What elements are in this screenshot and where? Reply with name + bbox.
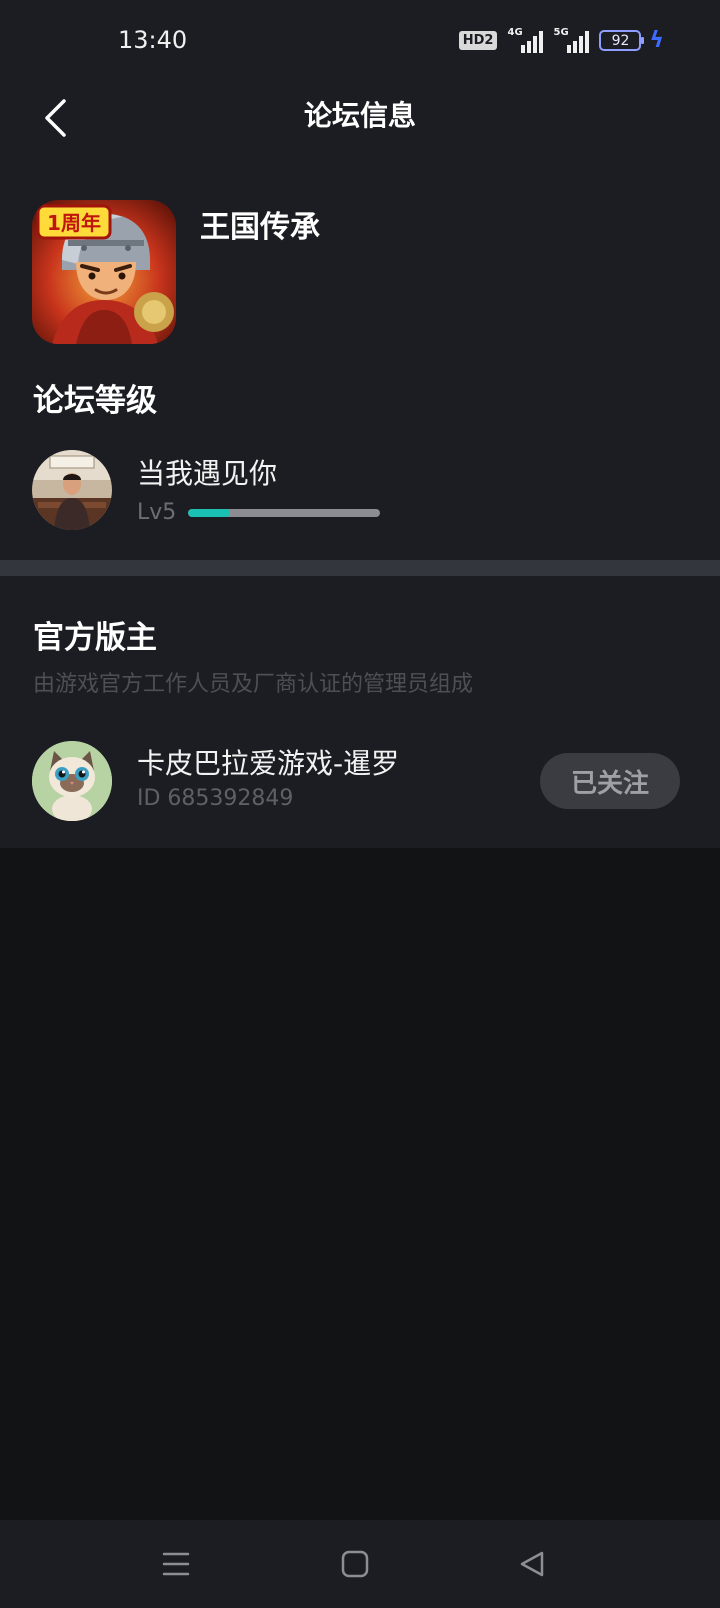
moderator-avatar[interactable]	[32, 741, 112, 821]
back-triangle-icon	[520, 1551, 544, 1577]
system-back-button[interactable]	[510, 1542, 554, 1586]
user-name: 当我遇见你	[137, 457, 278, 490]
battery-level: 92	[611, 32, 630, 49]
section-divider	[0, 560, 720, 576]
nav-bar: 论坛信息	[0, 80, 720, 160]
status-time: 13:40	[118, 26, 188, 54]
menu-button[interactable]	[154, 1542, 198, 1586]
moderator-id: ID 685392849	[137, 786, 294, 811]
forum-info-page: 13:40 HD2 4G 5G 92 ϟ 论坛信息 1周年 王国传承 论坛等级 …	[0, 0, 720, 1608]
page-title: 论坛信息	[303, 99, 416, 132]
home-square-icon	[341, 1550, 369, 1578]
menu-icon	[162, 1552, 190, 1576]
moderators-description: 由游戏官方工作人员及厂商认证的管理员组成	[33, 672, 474, 697]
signal-4g-icon: 4G	[507, 26, 544, 53]
network-5g-label: 5G	[553, 26, 569, 38]
signal-5g-icon: 5G	[553, 26, 590, 53]
level-progress-fill	[188, 509, 231, 517]
status-bar: 13:40 HD2 4G 5G 92 ϟ	[0, 0, 720, 80]
forum-level-heading: 论坛等级	[33, 383, 157, 419]
home-button[interactable]	[333, 1542, 377, 1586]
charging-bolt-icon: ϟ	[649, 28, 664, 53]
followed-button[interactable]: 已关注	[540, 753, 680, 809]
status-icons: HD2 4G 5G 92 ϟ	[458, 26, 664, 53]
game-icon[interactable]: 1周年	[32, 200, 176, 344]
avatar[interactable]	[32, 450, 112, 530]
system-nav-bar	[0, 1520, 720, 1608]
level-progress-bar	[188, 509, 380, 517]
anniversary-badge-text: 1周年	[47, 211, 101, 235]
hd-icon: HD2	[458, 31, 498, 50]
forum-info-section: 1周年 王国传承 论坛等级 当我遇见你 Lv5	[0, 160, 720, 560]
network-4g-label: 4G	[507, 26, 523, 38]
battery-icon: 92	[599, 30, 645, 51]
game-name: 王国传承	[200, 210, 320, 245]
moderators-heading: 官方版主	[33, 620, 157, 656]
user-level-label: Lv5	[137, 500, 177, 525]
moderators-section: 官方版主 由游戏官方工作人员及厂商认证的管理员组成 卡皮巴拉爱游戏-暹罗 ID …	[0, 576, 720, 848]
moderator-name: 卡皮巴拉爱游戏-暹罗	[137, 747, 400, 780]
